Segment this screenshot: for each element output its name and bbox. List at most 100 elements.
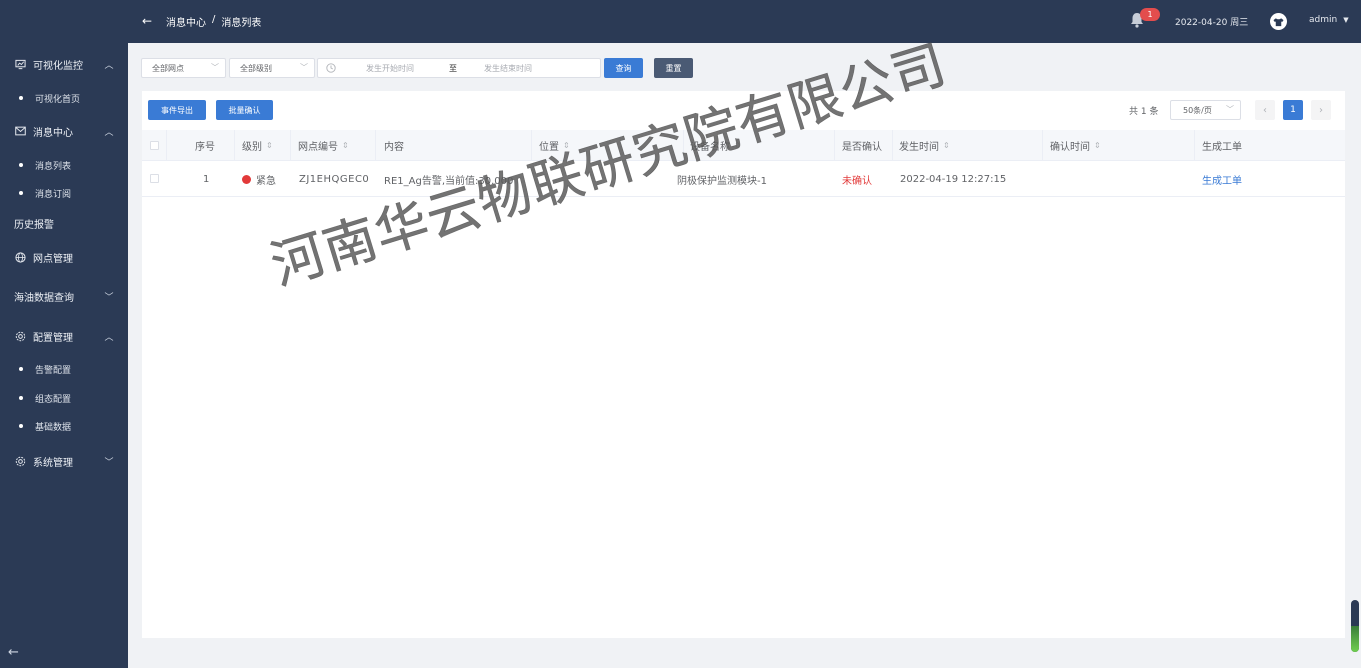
bullet-icon — [19, 396, 23, 400]
chevron-down-icon: ﹀ — [104, 292, 114, 303]
sort-icon[interactable]: ⇕ — [563, 141, 570, 150]
generate-work-order-link[interactable]: 生成工单 — [1202, 161, 1242, 197]
menu-group-oil-data-query[interactable]: 海油数据查询 ﹀ — [0, 285, 128, 307]
chevron-up-icon: ︿ — [104, 332, 114, 343]
chevron-right-icon[interactable]: › — [1311, 100, 1331, 120]
menu-group-message-center[interactable]: 消息中心 ︿ — [0, 120, 128, 142]
cell-device: 阴极保护监测模块-1 — [677, 175, 767, 187]
menu-group-site-management[interactable]: 网点管理 — [0, 246, 128, 268]
export-events-button[interactable]: 事件导出 — [148, 100, 206, 120]
column-header-device[interactable]: 设备名称 ⇕ — [690, 130, 741, 161]
top-header: ← 消息中心 / 消息列表 1 2022-04-20 周三 admin ▼ — [128, 0, 1361, 43]
end-time-input[interactable]: 发生结束时间 — [484, 63, 532, 74]
sidebar-item-label: 消息列表 — [35, 161, 72, 172]
user-name: admin — [1309, 15, 1338, 25]
cell-level: 紧急 — [242, 161, 276, 197]
user-menu[interactable]: admin ▼ — [1309, 15, 1349, 25]
start-time-input[interactable]: 发生开始时间 — [366, 63, 414, 74]
notification-badge: 1 — [1140, 8, 1160, 21]
sort-icon[interactable]: ⇕ — [734, 141, 741, 150]
table-row[interactable]: 1 紧急 ZJ1EHQGEC0 RE1_Ag告警,当前值:30.000 阴极保护… — [142, 161, 1345, 197]
arrow-left-icon[interactable]: ← — [8, 645, 19, 660]
sidebar-item-label: 消息订阅 — [35, 189, 72, 200]
level-select[interactable]: 全部级别 ﹀ — [229, 58, 315, 78]
gear-icon — [14, 455, 26, 467]
sidebar-item-message-subscribe[interactable]: 消息订阅 — [0, 184, 128, 202]
range-separator: 至 — [449, 64, 457, 73]
column-header-work-order: 生成工单 — [1202, 142, 1242, 153]
breadcrumb-item-current: 消息列表 — [221, 18, 262, 29]
cell-content: RE1_Ag告警,当前值:30.000 — [384, 175, 514, 187]
sidebar-item-label: 组态配置 — [35, 394, 72, 405]
menu-group-label: 可视化监控 — [33, 60, 83, 72]
sidebar-item-message-list[interactable]: 消息列表 — [0, 156, 128, 174]
weekday-value: 周三 — [1230, 18, 1249, 28]
sort-icon[interactable]: ⇕ — [1094, 141, 1101, 150]
page-size-select[interactable]: 50条/页 ﹀ — [1170, 100, 1241, 120]
bullet-icon — [19, 163, 23, 167]
site-select[interactable]: 全部网点 ﹀ — [141, 58, 226, 78]
bullet-icon — [19, 424, 23, 428]
column-header-site-code[interactable]: 网点编号 ⇕ — [298, 130, 349, 161]
avatar[interactable] — [1270, 13, 1287, 30]
sidebar-item-scada-config[interactable]: 组态配置 — [0, 389, 128, 407]
batch-confirm-button[interactable]: 批量确认 — [216, 100, 273, 120]
date-range-picker[interactable]: 发生开始时间 至 发生结束时间 — [317, 58, 601, 78]
cell-index: 1 — [203, 173, 210, 185]
cell-site-code: ZJ1EHQGEC0 — [299, 173, 370, 185]
sidebar-item-label: 基础数据 — [35, 422, 72, 433]
menu-group-label: 网点管理 — [33, 253, 73, 265]
clock-icon — [326, 63, 336, 73]
sidebar-item-alarm-config[interactable]: 告警配置 — [0, 360, 128, 378]
column-header-content: 内容 — [384, 142, 404, 153]
menu-group-label: 历史报警 — [14, 219, 54, 231]
chevron-down-icon: ﹀ — [211, 63, 219, 72]
chevron-down-icon: ﹀ — [104, 457, 114, 468]
sidebar-item-basic-data[interactable]: 基础数据 — [0, 417, 128, 435]
pagination-total: 共 1 条 — [1129, 107, 1159, 117]
sort-icon[interactable]: ⇕ — [943, 141, 950, 150]
breadcrumb: 消息中心 / 消息列表 — [166, 14, 261, 29]
site-select-value: 全部网点 — [152, 63, 184, 73]
header-date: 2022-04-20 周三 — [1175, 15, 1248, 28]
mail-icon — [14, 125, 26, 137]
globe-icon — [14, 251, 26, 263]
level-select-value: 全部级别 — [240, 63, 272, 73]
column-header-confirm-time[interactable]: 确认时间 ⇕ — [1050, 130, 1101, 161]
menu-group-config-management[interactable]: 配置管理 ︿ — [0, 325, 128, 347]
menu-group-label: 配置管理 — [33, 332, 73, 344]
column-header-location[interactable]: 位置 ⇕ — [539, 130, 570, 161]
reset-button[interactable]: 重置 — [654, 58, 693, 78]
table-header: 序号 级别 ⇕ 网点编号 ⇕ 内容 位置 ⇕ 设备名称 ⇕ 是否确认 发生时间 ⇕ 确认时… — [142, 130, 1345, 161]
page-number-current[interactable]: 1 — [1283, 100, 1303, 120]
sort-icon[interactable]: ⇕ — [342, 141, 349, 150]
menu-group-label: 消息中心 — [33, 127, 73, 139]
breadcrumb-item[interactable]: 消息中心 — [166, 14, 206, 29]
level-text: 紧急 — [256, 175, 276, 187]
date-value: 2022-04-20 — [1175, 18, 1228, 28]
content-card: 事件导出 批量确认 共 1 条 50条/页 ﹀ ‹ 1 › 序号 级别 ⇕ 网点编… — [142, 91, 1345, 638]
menu-group-label: 海油数据查询 — [14, 292, 74, 304]
page-size-value: 50条/页 — [1183, 105, 1212, 115]
chevron-left-icon[interactable]: ‹ — [1255, 100, 1275, 120]
sort-icon[interactable]: ⇕ — [266, 141, 273, 150]
query-button[interactable]: 查询 — [604, 58, 643, 78]
sidebar: 可视化监控 ︿ 可视化首页 消息中心 ︿ 消息列表 消息订阅 历史报警 网点管理… — [0, 0, 128, 668]
menu-group-history-alarm[interactable]: 历史报警 — [0, 212, 128, 234]
chevron-up-icon: ︿ — [104, 60, 114, 71]
caret-down-icon: ▼ — [1343, 16, 1349, 24]
back-arrow-icon[interactable]: ← — [142, 14, 152, 28]
scrollbar[interactable] — [1351, 600, 1359, 652]
select-all-checkbox[interactable] — [150, 141, 159, 150]
menu-group-visual-monitor[interactable]: 可视化监控 ︿ — [0, 53, 128, 75]
column-header-occurred[interactable]: 发生时间 ⇕ — [899, 130, 950, 161]
chevron-down-icon: ﹀ — [1226, 105, 1234, 114]
column-header-level[interactable]: 级别 ⇕ — [242, 130, 273, 161]
sidebar-item-visual-home[interactable]: 可视化首页 — [0, 89, 128, 107]
sidebar-item-label: 可视化首页 — [35, 94, 81, 105]
chevron-up-icon: ︿ — [104, 127, 114, 138]
bullet-icon — [19, 191, 23, 195]
menu-group-system-management[interactable]: 系统管理 ﹀ — [0, 450, 128, 472]
row-checkbox[interactable] — [150, 174, 159, 183]
bullet-icon — [19, 367, 23, 371]
